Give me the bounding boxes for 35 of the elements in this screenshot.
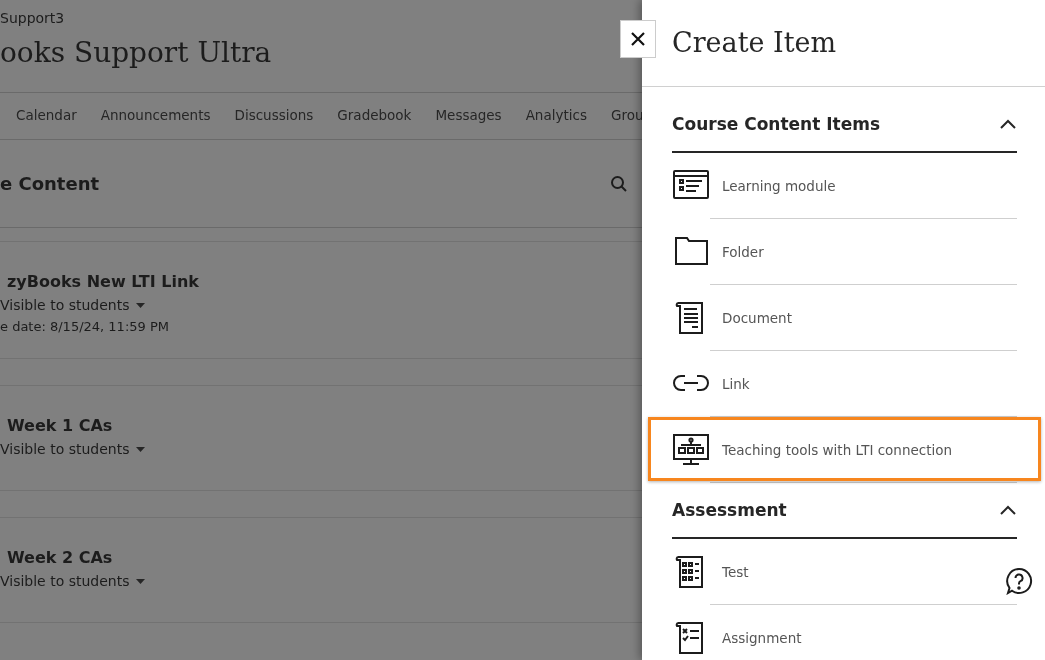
item-title[interactable]: Week 2 CAs bbox=[0, 548, 642, 567]
create-option[interactable]: Link bbox=[672, 351, 1017, 416]
caret-icon bbox=[135, 302, 145, 308]
visibility-dropdown[interactable]: Visible to students bbox=[0, 441, 642, 457]
close-button[interactable] bbox=[620, 20, 656, 58]
nav-tab[interactable]: Calendar bbox=[16, 100, 77, 132]
item-title[interactable]: Week 1 CAs bbox=[0, 416, 642, 435]
due-date: e date: 8/15/24, 11:59 PM bbox=[0, 319, 170, 334]
nav-tab[interactable]: Messages bbox=[435, 100, 502, 132]
nav-tab[interactable]: Grou bbox=[610, 100, 642, 132]
close-icon bbox=[630, 31, 646, 47]
create-option[interactable]: Document bbox=[672, 285, 1017, 350]
item-title[interactable]: zyBooks New LTI Link bbox=[0, 272, 642, 291]
nav-tab[interactable]: Analytics bbox=[525, 100, 587, 132]
search-icon[interactable] bbox=[610, 174, 628, 193]
chevron-up-icon bbox=[999, 504, 1017, 516]
chevron-up-icon bbox=[999, 118, 1017, 130]
visibility-dropdown[interactable]: Visible to students bbox=[0, 573, 642, 589]
create-option[interactable]: Test bbox=[672, 539, 1017, 604]
section-header[interactable]: Assessment bbox=[672, 483, 1017, 539]
create-option[interactable]: Assignment bbox=[672, 605, 1017, 660]
monitor-icon bbox=[672, 431, 710, 468]
create-option[interactable]: Folder bbox=[672, 219, 1017, 284]
section-heading: e Content bbox=[0, 173, 100, 194]
visibility-dropdown[interactable]: Visible to students bbox=[0, 297, 642, 313]
nav-tab[interactable]: Announcements bbox=[100, 100, 211, 132]
section-header[interactable]: Course Content Items bbox=[672, 97, 1017, 153]
nav-tab[interactable]: Discussions bbox=[234, 100, 314, 132]
create-option[interactable]: Learning module bbox=[672, 153, 1017, 218]
breadcrumb[interactable]: Support3 bbox=[0, 0, 642, 30]
nav-tab[interactable]: Gradebook bbox=[337, 100, 412, 132]
caret-icon bbox=[135, 446, 145, 452]
create-option[interactable]: Teaching tools with LTI connection bbox=[672, 417, 1017, 482]
caret-icon bbox=[135, 578, 145, 584]
help-icon[interactable] bbox=[1005, 567, 1033, 595]
